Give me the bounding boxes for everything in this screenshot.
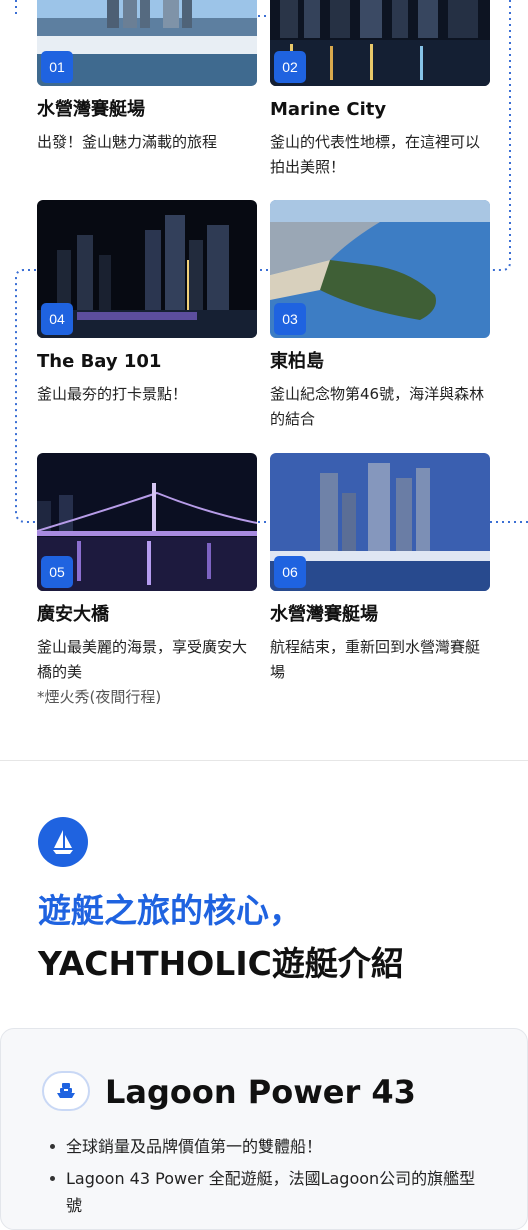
- marina-photo: 01: [37, 0, 257, 86]
- stop-card-06[interactable]: 06 水營灣賽艇場 航程結束，重新回到水營灣賽艇場: [270, 453, 490, 685]
- marina-return-photo: 06: [270, 453, 490, 591]
- feature-item: 全球銷量及品牌價值第一的雙體船！: [48, 1133, 488, 1160]
- stop-description: 出發！釜山魅力滿載的旅程: [37, 133, 218, 151]
- gwangan-bridge-photo: 05: [37, 453, 257, 591]
- yacht-name: Lagoon Power 43: [105, 1073, 416, 1111]
- feature-item: Lagoon 43 Power 全配遊艇，法國Lagoon公司的旗艦型號: [48, 1165, 488, 1219]
- stop-number-badge: 01: [41, 51, 73, 83]
- stop-title: 廣安大橋: [37, 604, 109, 625]
- stop-description: 釜山最夯的打卡景點！: [37, 385, 188, 403]
- stop-title: 水營灣賽艇場: [37, 99, 145, 120]
- section-heading-accent: 遊艇之旅的核心，: [38, 891, 302, 930]
- section-heading: YACHTHOLIC遊艇介紹: [38, 944, 404, 983]
- stop-number-badge: 04: [41, 303, 73, 335]
- stop-number-badge: 03: [274, 303, 306, 335]
- stop-number-badge: 02: [274, 51, 306, 83]
- stop-description: 釜山最美麗的海景，享受廣安大橋的美: [37, 638, 248, 681]
- stop-description: 航程結束，重新回到水營灣賽艇場: [270, 638, 481, 681]
- stop-card-05[interactable]: 05 廣安大橋 釜山最美麗的海景，享受廣安大橋的美 *煙火秀(夜間行程): [37, 453, 257, 709]
- stop-card-01[interactable]: 01 水營灣賽艇場 出發！釜山魅力滿載的旅程: [37, 0, 257, 155]
- stop-card-03[interactable]: 03 東柏島 釜山紀念物第46號，海洋與森林的結合: [270, 200, 490, 432]
- stop-number-badge: 05: [41, 556, 73, 588]
- yacht-feature-list: 全球銷量及品牌價值第一的雙體船！ Lagoon 43 Power 全配遊艇，法國…: [48, 1133, 488, 1224]
- marine-city-night-photo: 02: [270, 0, 490, 86]
- stop-title: Marine City: [270, 99, 387, 120]
- stop-note: *煙火秀(夜間行程): [37, 688, 162, 706]
- sailboat-icon: [38, 817, 88, 867]
- the-bay-101-photo: 04: [37, 200, 257, 338]
- section-divider: [0, 760, 528, 761]
- stop-title: 東柏島: [270, 351, 324, 372]
- stop-title: 水營灣賽艇場: [270, 604, 378, 625]
- ship-icon: [42, 1071, 90, 1111]
- dongbaek-island-photo: 03: [270, 200, 490, 338]
- stop-number-badge: 06: [274, 556, 306, 588]
- stop-description: 釜山的代表性地標，在這裡可以拍出美照！: [270, 133, 481, 176]
- stop-title: The Bay 101: [37, 351, 162, 372]
- stop-card-02[interactable]: 02 Marine City 釜山的代表性地標，在這裡可以拍出美照！: [270, 0, 490, 180]
- stop-description: 釜山紀念物第46號，海洋與森林的結合: [270, 385, 485, 428]
- stop-card-04[interactable]: 04 The Bay 101 釜山最夯的打卡景點！: [37, 200, 257, 407]
